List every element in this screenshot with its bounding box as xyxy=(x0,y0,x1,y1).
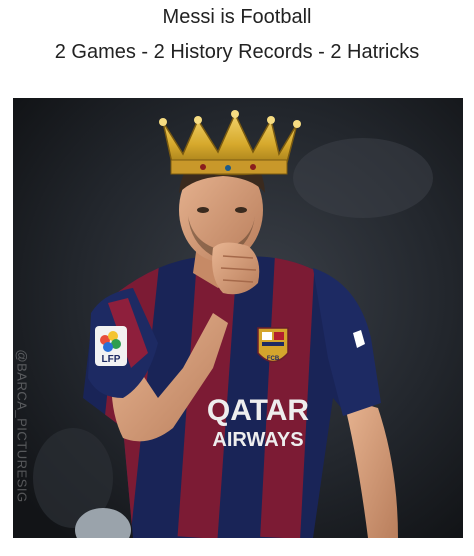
lfp-badge-text: LFP xyxy=(102,354,121,365)
lfp-sleeve-badge: LFP xyxy=(95,326,127,366)
sponsor-line-2: AIRWAYS xyxy=(212,429,303,451)
caption-title: Messi is Football xyxy=(162,6,312,28)
crest-text: FCB xyxy=(267,356,280,362)
sponsor-text: QATAR AIRWAYS xyxy=(207,394,310,451)
fcb-crest: FCB xyxy=(257,327,289,363)
watermark: @BARCA_PICTURESIG xyxy=(14,349,30,503)
meme-photo: LFP FCB QATAR AIRWAYS @BARCA_PICTURESIG xyxy=(13,98,463,538)
sponsor-line-1: QATAR xyxy=(207,394,310,427)
caption-subtitle: 2 Games - 2 History Records - 2 Hatricks xyxy=(54,41,420,63)
player-illustration: LFP FCB QATAR AIRWAYS xyxy=(13,98,463,538)
